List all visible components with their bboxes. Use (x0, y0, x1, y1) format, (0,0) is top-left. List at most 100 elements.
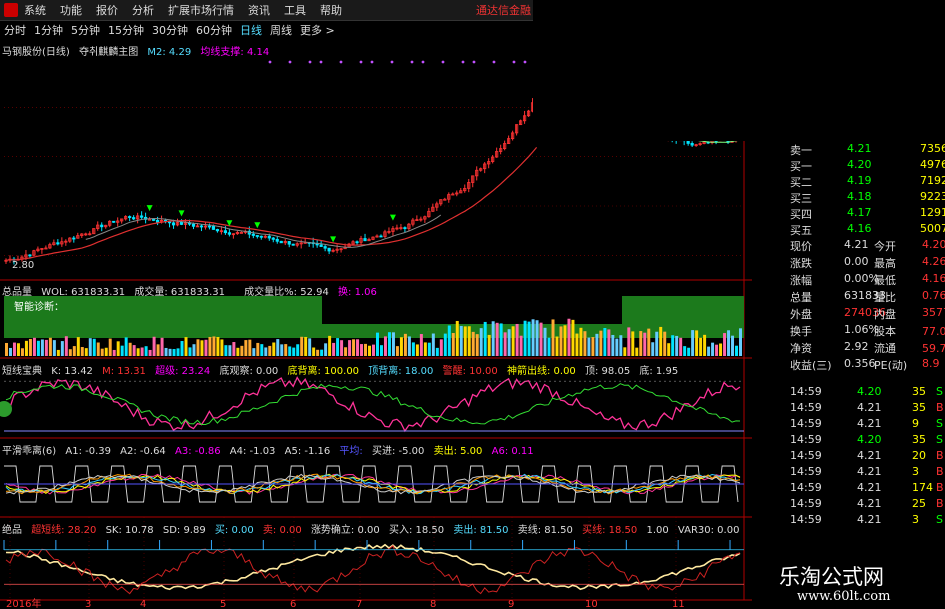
tick-volume: 3 (912, 465, 919, 478)
tick-price: 4.21 (857, 497, 882, 510)
signal-dot (268, 60, 272, 64)
signal-dot (319, 60, 323, 64)
tick-price: 4.20 (857, 433, 882, 446)
candle-body (355, 241, 359, 244)
volume-bar (72, 346, 76, 356)
volume-bar (519, 335, 523, 356)
volume-bar (439, 339, 443, 356)
order-book-row: 买五 4.16 5007 (752, 221, 945, 238)
volume-bar (431, 333, 435, 356)
volume-bar (268, 345, 272, 356)
stat-key: 净资 (790, 342, 812, 355)
ind1-k: K: 13.42 (51, 366, 93, 377)
stat-value2: 4.20 (922, 238, 945, 251)
volume-bar (643, 332, 647, 356)
ind3-sd: SD: 9.89 (162, 525, 206, 536)
tick-price: 4.21 (857, 417, 882, 430)
book-label: 买五 (790, 224, 812, 237)
stat-row: 涨幅 0.00% 最低 4.16 (752, 271, 945, 288)
ind3-sell: 卖: 0.00 (262, 525, 302, 536)
volume-bar (56, 349, 60, 356)
volume-bar (435, 347, 439, 356)
date-axis-label: 3 (85, 599, 91, 609)
volume-bar (607, 329, 611, 356)
tick-price: 4.21 (857, 465, 882, 478)
volume-caption: 总品量 WOL: 631833.31 成交量: 631833.31 成交量比%:… (2, 283, 383, 298)
volume-bar (244, 340, 248, 356)
tick-time: 14:59 (790, 481, 822, 494)
volume-bar (228, 345, 232, 356)
volume-bar (160, 337, 164, 356)
volume-bar (116, 341, 120, 356)
tick-volume: 35 (912, 433, 926, 446)
wol-value: WOL: 631833.31 (41, 287, 126, 298)
volume-bar (531, 319, 535, 356)
ind1-alert: 警醒: 10.00 (442, 366, 498, 377)
tick-row: 14:59 4.21 174 B (752, 480, 945, 497)
volume-bar (551, 319, 555, 356)
volume-bar (304, 336, 308, 356)
stat-key: 外盘 (790, 308, 812, 321)
volume-bar (583, 331, 587, 356)
book-label: 买一 (790, 160, 812, 173)
stat-row: 收益(三) 0.356 PE(动) 8.9 (752, 356, 945, 373)
volume-bar (20, 348, 24, 356)
volume-bar (475, 334, 479, 356)
volume-bar (447, 325, 451, 356)
tick-volume: 20 (912, 449, 926, 462)
down-arrow-icon (389, 214, 396, 221)
volume-bar (699, 337, 703, 356)
tick-volume: 35 (912, 385, 926, 398)
candle-body (207, 225, 212, 228)
volume-bar (639, 331, 643, 356)
tick-side: S (936, 417, 943, 430)
volume-bar (419, 334, 423, 356)
volume-bar (204, 339, 208, 356)
volume-bar (28, 338, 32, 356)
volume-bar (188, 347, 192, 356)
volume-bar (312, 347, 316, 356)
volume-bar (172, 349, 176, 356)
volume-bar (479, 328, 483, 356)
tick-side: B (936, 401, 944, 414)
volume-bar (256, 342, 260, 356)
candle-body (140, 215, 144, 218)
volume-bar (352, 339, 356, 356)
candle-body (255, 235, 259, 237)
volume-bar (348, 340, 352, 356)
stat-key2: 最低 (874, 274, 896, 287)
ind1-top: 顶: 98.05 (585, 366, 631, 377)
watermark-url: www.60lt.com (797, 589, 891, 604)
date-axis-label: 8 (430, 599, 436, 609)
volume-bar (320, 349, 324, 356)
volume-bar (659, 326, 663, 356)
volume-bar (128, 342, 132, 356)
tick-price: 4.21 (857, 449, 882, 462)
book-label: 买二 (790, 176, 812, 189)
date-axis-label: 11 (672, 599, 685, 609)
ind2-avg: 平均: (339, 446, 363, 457)
stat-value2: 77.0亿 (922, 325, 945, 338)
volume-bar (547, 337, 551, 356)
ind3-var30: VAR30: 0.00 (677, 525, 740, 536)
chart-area[interactable]: 4.504.003.503.002.803000015000X10080.002… (0, 0, 752, 609)
volume-bar (559, 326, 563, 356)
volume-bar (671, 335, 675, 356)
tick-time: 14:59 (790, 417, 822, 430)
tick-side: B (936, 481, 944, 494)
volume-bar (683, 346, 687, 356)
volume-bar (527, 321, 531, 356)
cover-region (533, 0, 752, 141)
volume-bar (340, 340, 344, 356)
candle-body (191, 223, 196, 227)
candle-body (239, 232, 243, 234)
order-book-row: 买三 4.18 9223 (752, 189, 945, 206)
volume-bar (727, 330, 731, 356)
order-book-row: 买二 4.19 7192 (752, 173, 945, 190)
volume-bar (483, 321, 487, 356)
watermark: 乐淘公式网 www.60lt.com (752, 555, 945, 609)
volume-bar (555, 336, 559, 356)
signal-dot (410, 60, 414, 64)
volume-bar (567, 318, 571, 356)
volume-bar (176, 348, 180, 356)
